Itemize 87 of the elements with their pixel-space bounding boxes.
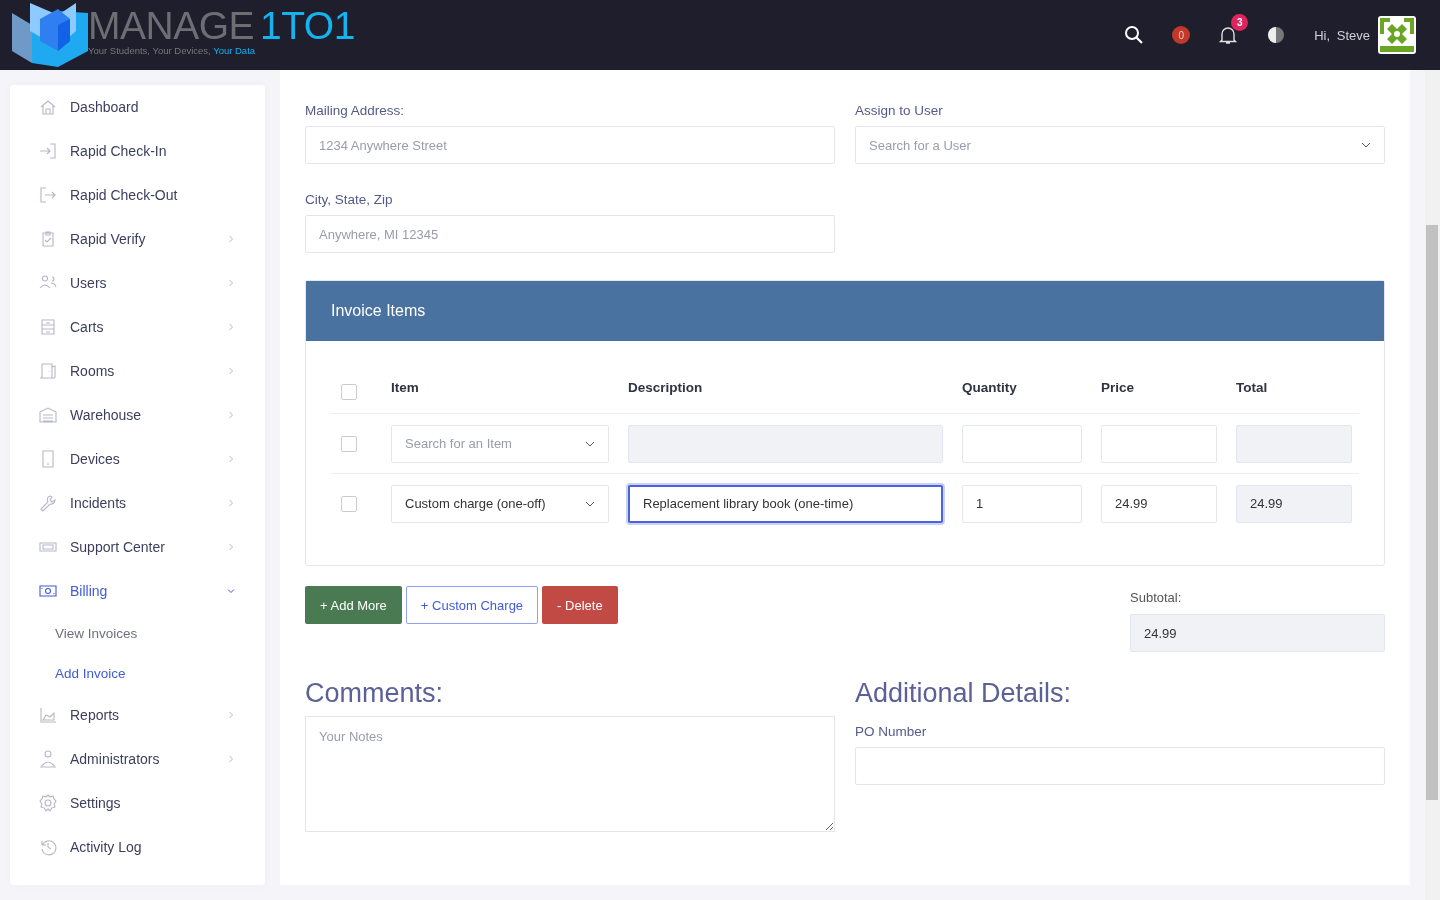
quantity-field[interactable] [962, 424, 1082, 463]
sidebar-item[interactable]: Reports [10, 693, 265, 737]
sidebar-item[interactable]: Activity Log [10, 825, 265, 869]
chevron-right-icon [227, 367, 235, 375]
delete-button[interactable]: - Delete [542, 586, 618, 624]
chart-icon [38, 705, 58, 725]
column-header: Total [1236, 379, 1268, 395]
po-number-field[interactable] [855, 747, 1385, 785]
row-checkbox[interactable] [341, 495, 357, 512]
row-checkbox[interactable] [341, 435, 357, 452]
total-field: 24.99 [1236, 484, 1352, 523]
brand-name: MANAGE [88, 4, 255, 47]
field-label: Mailing Address: [305, 103, 406, 118]
history-icon [38, 837, 58, 857]
sidebar-item[interactable]: Incidents [10, 481, 265, 525]
chevron-down-icon [1361, 142, 1371, 148]
select-all-checkbox[interactable] [341, 384, 357, 400]
warehouse-icon [38, 405, 58, 425]
quantity-field[interactable]: 1 [962, 484, 1082, 523]
description-field[interactable]: Replacement library book (one-time) [628, 484, 943, 523]
sidebar-item[interactable]: Rooms [10, 349, 265, 393]
avatar-icon[interactable] [1378, 16, 1416, 54]
chevron-down-icon [585, 500, 595, 507]
sidebar-item[interactable]: Dashboard [10, 85, 265, 129]
mailing-address-field[interactable]: 1234 Anywhere Street [305, 126, 835, 164]
price-field[interactable]: 24.99 [1101, 484, 1217, 523]
sidebar-item[interactable]: Carts [10, 305, 265, 349]
tagline: Your Students, Your Devices, [88, 45, 211, 56]
sidebar-item[interactable]: Rapid Verify [10, 217, 265, 261]
subtotal-field: 24.99 [1130, 614, 1385, 652]
chevron-down-icon [585, 440, 595, 447]
sign-in-icon [38, 141, 58, 161]
chevron-right-icon [227, 543, 235, 551]
cart-icon [38, 317, 58, 337]
door-icon [38, 361, 58, 381]
sign-out-icon [38, 185, 58, 205]
sidebar-item[interactable]: Administrators [10, 737, 265, 781]
column-header: Price [1101, 379, 1135, 395]
subtotal-label: Subtotal: [1130, 590, 1183, 605]
chevron-right-icon [227, 411, 235, 419]
city-state-zip-field[interactable]: Anywhere, MI 12345 [305, 215, 835, 253]
field-label: Assign to User [855, 103, 944, 118]
scrollbar-thumb[interactable] [1426, 225, 1438, 800]
chevron-right-icon [227, 711, 235, 719]
user-name[interactable]: Steve [1336, 27, 1370, 43]
sidebar-item[interactable]: Warehouse [10, 393, 265, 437]
notification-badge: 3 [1231, 14, 1249, 31]
cart-count-badge[interactable]: 0 [1172, 26, 1191, 44]
card-title: Invoice Items [331, 302, 426, 320]
chevron-down-icon [227, 587, 235, 595]
add-more-button[interactable]: + Add More [305, 586, 402, 624]
custom-charge-button[interactable]: + Custom Charge [405, 586, 539, 624]
chevron-right-icon [227, 235, 235, 243]
column-header: Description [628, 379, 703, 395]
tagline-highlight: Your Data [213, 45, 256, 56]
chevron-right-icon [227, 755, 235, 763]
contrast-icon[interactable] [1266, 25, 1287, 45]
user-icon [38, 749, 58, 769]
chevron-right-icon [227, 455, 235, 463]
sidebar-item[interactable]: Support Center [10, 525, 265, 569]
sidebar-item[interactable]: Devices [10, 437, 265, 481]
price-field[interactable] [1101, 424, 1217, 463]
field-label: City, State, Zip [305, 192, 394, 207]
sidebar-item[interactable]: Settings [10, 781, 265, 825]
chevron-right-icon [227, 499, 235, 507]
column-header: Quantity [962, 379, 1017, 395]
sidebar-item[interactable]: Rapid Check-Out [10, 173, 265, 217]
field-label: PO Number [855, 724, 928, 739]
chevron-right-icon [227, 323, 235, 331]
wrench-icon [38, 493, 58, 513]
comments-field[interactable]: Your Notes [305, 716, 835, 832]
submenu-item[interactable]: View Invoices [10, 613, 265, 653]
search-icon[interactable] [1124, 25, 1145, 45]
greeting: Hi, [1314, 27, 1331, 43]
gear-icon [38, 793, 58, 813]
submenu-item[interactable]: Add Invoice [10, 653, 265, 693]
additional-details-heading: Additional Details: [855, 678, 1073, 708]
chevron-right-icon [227, 279, 235, 287]
column-header: Item [391, 379, 419, 395]
cube-logo-icon [10, 1, 90, 67]
bell-icon[interactable] [1218, 25, 1239, 45]
sidebar-item[interactable]: Billing [10, 569, 265, 613]
comments-heading: Comments: [305, 678, 445, 708]
sidebar-item[interactable]: Rapid Check-In [10, 129, 265, 173]
sidebar-item[interactable]: Users [10, 261, 265, 305]
item-select[interactable]: Custom charge (one-off) [391, 484, 609, 523]
brand-name-suffix: 1TO1 [260, 4, 355, 47]
